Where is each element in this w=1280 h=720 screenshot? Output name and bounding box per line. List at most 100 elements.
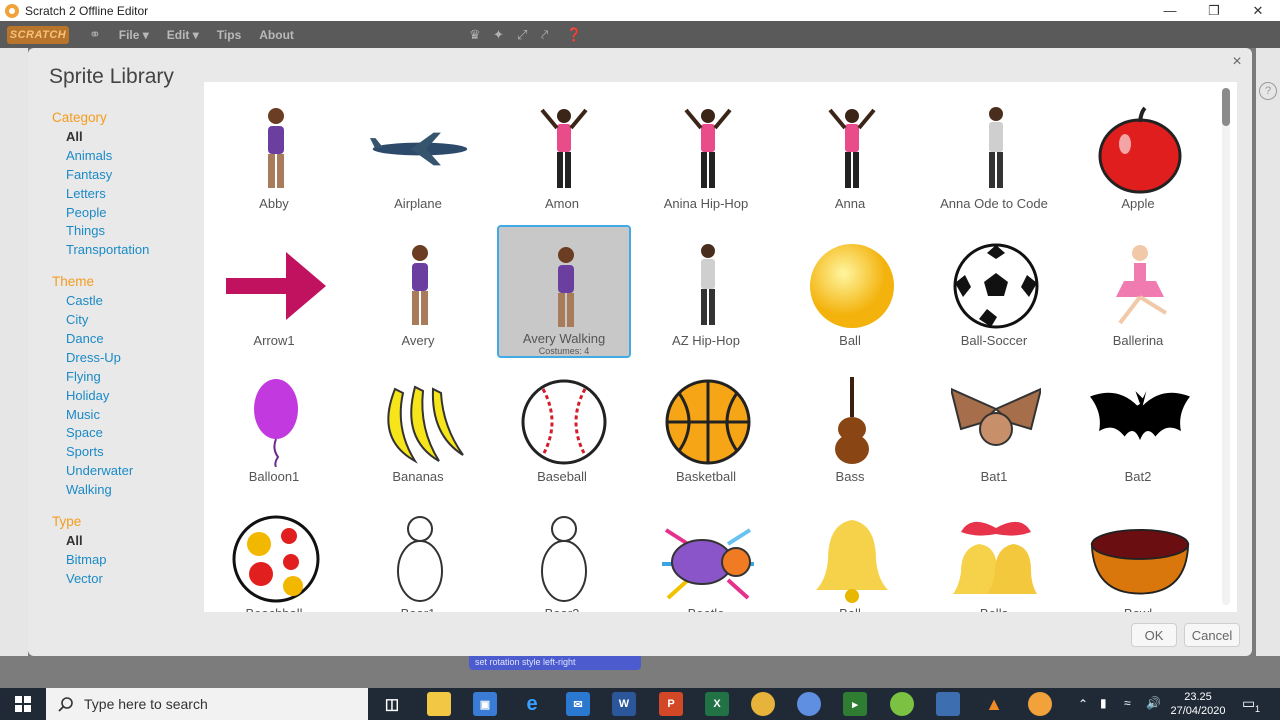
- scratch-logo[interactable]: SCRATCH: [7, 25, 69, 44]
- scrollbar-thumb[interactable]: [1222, 88, 1230, 126]
- sprite-tile[interactable]: Beetle: [641, 498, 775, 612]
- notification-icon[interactable]: ▭: [1242, 695, 1255, 712]
- category-all[interactable]: All: [52, 128, 207, 147]
- theme-dress-up[interactable]: Dress-Up: [52, 349, 207, 368]
- menu-tips[interactable]: Tips: [217, 28, 241, 42]
- sprite-tile[interactable]: Balloon1: [209, 361, 343, 494]
- sprite-name: Bowl: [1073, 606, 1203, 613]
- duplicate-tool-icon[interactable]: ♛: [469, 27, 481, 43]
- browser-icon[interactable]: [797, 692, 821, 716]
- sprite-tile[interactable]: Bat1: [929, 361, 1063, 494]
- app-icon-blue[interactable]: [936, 692, 960, 716]
- start-button[interactable]: [0, 688, 46, 720]
- category-animals[interactable]: Animals: [52, 147, 207, 166]
- sprite-tile[interactable]: Bear2: [497, 498, 631, 612]
- theme-sports[interactable]: Sports: [52, 443, 207, 462]
- sprite-tile[interactable]: Abby: [209, 88, 343, 221]
- category-people[interactable]: People: [52, 204, 207, 223]
- minimize-button[interactable]: —: [1148, 0, 1192, 21]
- theme-underwater[interactable]: Underwater: [52, 462, 207, 481]
- sprite-tile[interactable]: Amon: [497, 88, 631, 221]
- sprite-tile[interactable]: Beachball: [209, 498, 343, 612]
- sprite-tile[interactable]: Bass: [785, 361, 919, 494]
- edge-icon[interactable]: e: [520, 692, 544, 716]
- wifi-icon[interactable]: ≈: [1124, 696, 1131, 710]
- sprite-tile[interactable]: Avery Walking Costumes: 4: [497, 224, 631, 358]
- battery-icon[interactable]: ▮: [1100, 696, 1107, 710]
- menu-edit[interactable]: Edit ▾: [167, 28, 199, 42]
- close-window-button[interactable]: ✕: [1236, 0, 1280, 21]
- sprite-tile[interactable]: Baseball: [497, 361, 631, 494]
- task-view-icon[interactable]: ◫: [380, 692, 404, 716]
- theme-space[interactable]: Space: [52, 424, 207, 443]
- sprite-tile[interactable]: Bowl: [1073, 498, 1207, 613]
- category-letters[interactable]: Letters: [52, 185, 207, 204]
- sprite-tile[interactable]: Bananas: [353, 361, 487, 494]
- bat-cartoon-icon: [946, 375, 1046, 469]
- theme-dance[interactable]: Dance: [52, 330, 207, 349]
- shrink-tool-icon[interactable]: ⤤: [541, 27, 548, 43]
- sprite-tile[interactable]: Anna: [785, 88, 919, 221]
- category-things[interactable]: Things: [52, 222, 207, 241]
- volume-icon[interactable]: 🔊: [1146, 696, 1161, 710]
- chrome-icon[interactable]: [751, 692, 775, 716]
- sprite-tile[interactable]: Anina Hip-Hop: [641, 88, 775, 221]
- type-vector[interactable]: Vector: [52, 570, 207, 589]
- girl-figure-icon: [516, 241, 616, 335]
- app-icon-lime[interactable]: [890, 692, 914, 716]
- word-icon[interactable]: W: [612, 692, 636, 716]
- category-fantasy[interactable]: Fantasy: [52, 166, 207, 185]
- sprite-tile[interactable]: Bat2: [1073, 361, 1207, 494]
- mail-icon[interactable]: ✉: [566, 692, 590, 716]
- cancel-button[interactable]: Cancel: [1184, 623, 1240, 647]
- theme-castle[interactable]: Castle: [52, 292, 207, 311]
- ok-button[interactable]: OK: [1131, 623, 1177, 647]
- sprite-tile[interactable]: Apple: [1073, 88, 1207, 221]
- taskbar-clock[interactable]: 23.25 27/04/2020: [1170, 690, 1226, 718]
- sprite-name: Bell: [785, 606, 915, 613]
- tray-chevron-icon[interactable]: ⌃: [1078, 697, 1088, 711]
- sprite-tile[interactable]: Ballerina: [1073, 225, 1207, 358]
- menu-about[interactable]: About: [259, 28, 294, 42]
- file-explorer-icon[interactable]: [427, 692, 451, 716]
- sprite-tile[interactable]: Basketball: [641, 361, 775, 494]
- sprite-tile[interactable]: AZ Hip-Hop: [641, 225, 775, 358]
- sprite-tile[interactable]: Avery: [353, 225, 487, 358]
- sprite-tile[interactable]: Arrow1: [209, 225, 343, 358]
- language-globe-icon[interactable]: ⚭: [89, 26, 101, 43]
- app-icon-green[interactable]: ▸: [843, 692, 867, 716]
- sprite-tile[interactable]: Ball: [785, 225, 919, 358]
- sprite-tile[interactable]: Ball-Soccer: [929, 225, 1063, 358]
- dialog-close-icon[interactable]: ×: [1228, 53, 1246, 71]
- menu-file[interactable]: File ▾: [119, 28, 149, 42]
- store-icon[interactable]: ▣: [473, 692, 497, 716]
- help-tool-icon[interactable]: ❓: [566, 27, 582, 43]
- help-icon[interactable]: ?: [1259, 82, 1277, 100]
- sprite-grid-scrollbar[interactable]: [1222, 88, 1230, 605]
- bass-icon: [802, 375, 902, 469]
- category-transportation[interactable]: Transportation: [52, 241, 207, 260]
- powerpoint-icon[interactable]: P: [659, 692, 683, 716]
- scratch-menubar: SCRATCH ⚭ File ▾ Edit ▾ Tips About ♛ ✦ ⤢…: [0, 21, 1280, 48]
- delete-tool-icon[interactable]: ✦: [493, 27, 504, 43]
- taskbar-search-box[interactable]: Type here to search: [46, 688, 368, 720]
- type-bitmap[interactable]: Bitmap: [52, 551, 207, 570]
- sprite-tile[interactable]: Bells: [929, 498, 1063, 612]
- theme-music[interactable]: Music: [52, 406, 207, 425]
- bear-icon: [514, 512, 614, 606]
- excel-icon[interactable]: X: [705, 692, 729, 716]
- type-all[interactable]: All: [52, 532, 207, 551]
- sprite-tile[interactable]: Bell: [785, 498, 919, 613]
- grow-tool-icon[interactable]: ⤢: [517, 27, 527, 43]
- sprite-tile[interactable]: Anna Ode to Code: [929, 88, 1063, 221]
- vlc-icon[interactable]: ▲: [982, 692, 1006, 716]
- theme-flying[interactable]: Flying: [52, 368, 207, 387]
- baseball-icon: [514, 375, 614, 469]
- theme-walking[interactable]: Walking: [52, 481, 207, 500]
- theme-city[interactable]: City: [52, 311, 207, 330]
- sprite-tile[interactable]: Bear1: [353, 498, 487, 612]
- theme-holiday[interactable]: Holiday: [52, 387, 207, 406]
- scratch-taskbar-icon[interactable]: [1028, 692, 1052, 716]
- restore-button[interactable]: ❐: [1192, 0, 1236, 21]
- sprite-tile[interactable]: Airplane: [353, 88, 487, 221]
